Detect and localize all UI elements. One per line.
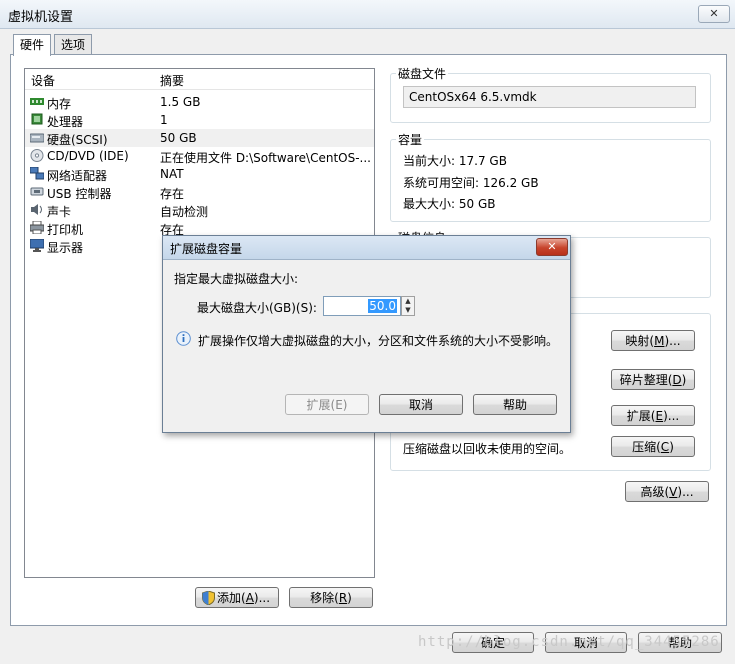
device-name: 内存 xyxy=(47,97,72,111)
harddisk-icon xyxy=(30,133,44,143)
dialog-close-button[interactable]: ✕ xyxy=(536,238,568,256)
device-row-network[interactable]: 网络适配器 NAT xyxy=(25,165,374,183)
window-title: 虚拟机设置 xyxy=(8,10,74,25)
device-row-memory[interactable]: 内存 1.5 GB xyxy=(25,93,374,111)
advanced-button-label: 高级( xyxy=(640,485,670,499)
defragment-button-suffix: ) xyxy=(681,373,687,387)
sound-icon xyxy=(31,204,42,215)
add-button-label: 添加( xyxy=(217,591,246,605)
compact-description: 压缩磁盘以回收未使用的空间。 xyxy=(403,442,572,456)
max-size-spinner[interactable]: ▲ ▼ xyxy=(401,296,415,316)
defragment-button-label: 碎片整理( xyxy=(619,373,673,387)
network-icon xyxy=(30,167,44,180)
dialog-expand-button[interactable]: 扩展(E) xyxy=(285,394,369,415)
disk-file-group-title: 磁盘文件 xyxy=(396,65,449,82)
usb-icon xyxy=(30,187,44,196)
processor-icon xyxy=(31,113,43,125)
device-summary: 1 xyxy=(160,113,168,127)
add-button-suffix: )... xyxy=(253,591,271,605)
map-button[interactable]: 映射(M)... xyxy=(611,330,695,351)
dialog-titlebar: 扩展磁盘容量 ✕ xyxy=(163,236,570,260)
compact-button-label: 压缩( xyxy=(632,440,661,454)
display-icon xyxy=(30,239,44,252)
advanced-button[interactable]: 高级(V)... xyxy=(625,481,709,502)
compact-button[interactable]: 压缩(C) xyxy=(611,436,695,457)
device-list-header: 设备 摘要 xyxy=(25,69,374,90)
device-summary: 正在使用文件 D:\Software\CentOS-... xyxy=(160,151,371,165)
dialog-cancel-button[interactable]: 取消 xyxy=(379,394,463,415)
device-row-cdrom[interactable]: CD/DVD (IDE) 正在使用文件 D:\Software\CentOS-.… xyxy=(25,147,374,165)
device-summary: NAT xyxy=(160,167,184,181)
map-button-accel: M xyxy=(654,334,665,348)
expand-button-suffix: )... xyxy=(663,409,680,423)
device-name: 打印机 xyxy=(47,223,84,237)
column-header-summary[interactable]: 摘要 xyxy=(160,72,184,89)
advanced-button-suffix: )... xyxy=(677,485,694,499)
tab-options[interactable]: 选项 xyxy=(54,34,93,55)
expand-button-label: 扩展( xyxy=(626,409,656,423)
window-close-button[interactable]: ✕ xyxy=(698,5,730,23)
max-size-text: 最大大小: 50 GB xyxy=(403,197,496,211)
device-name: 显示器 xyxy=(47,241,84,255)
expand-disk-dialog: 扩展磁盘容量 ✕ 指定最大虚拟磁盘大小: 最大磁盘大小(GB)(S): 50.0… xyxy=(162,235,571,433)
map-button-label: 映射( xyxy=(625,334,655,348)
remove-device-button[interactable]: 移除(R) xyxy=(289,587,373,608)
memory-icon xyxy=(30,98,44,105)
compact-button-suffix: ) xyxy=(669,440,674,454)
available-space-text: 系统可用空间: 126.2 GB xyxy=(403,176,539,190)
watermark-text: http://blog.csdn.net/qq_34455286 xyxy=(418,634,720,650)
device-name: USB 控制器 xyxy=(47,187,112,201)
spin-up-icon[interactable]: ▲ xyxy=(402,297,414,306)
printer-icon xyxy=(30,221,44,234)
max-size-value: 50.0 xyxy=(368,299,397,313)
device-name: CD/DVD (IDE) xyxy=(47,149,129,163)
max-size-label: 最大磁盘大小(GB)(S): xyxy=(197,301,317,315)
device-name: 声卡 xyxy=(47,205,72,219)
spin-down-icon[interactable]: ▼ xyxy=(402,306,414,315)
dialog-help-button[interactable]: 帮助 xyxy=(473,394,557,415)
disk-file-value: CentOSx64 6.5.vmdk xyxy=(409,90,537,104)
window-titlebar: 虚拟机设置 ✕ xyxy=(0,0,735,29)
add-device-button[interactable]: 添加(A)... xyxy=(195,587,279,608)
disk-file-field[interactable]: CentOSx64 6.5.vmdk xyxy=(403,86,696,108)
dialog-title: 扩展磁盘容量 xyxy=(170,242,243,256)
device-summary: 存在 xyxy=(160,187,185,201)
defragment-button-accel: D xyxy=(672,373,682,387)
cdrom-icon xyxy=(30,149,44,162)
remove-button-suffix: ) xyxy=(347,591,352,605)
device-summary: 1.5 GB xyxy=(160,95,201,109)
remove-button-accel: R xyxy=(338,591,348,605)
defragment-button[interactable]: 碎片整理(D) xyxy=(611,369,695,390)
compact-button-accel: C xyxy=(660,440,670,454)
device-name: 硬盘(SCSI) xyxy=(47,133,108,147)
expand-button-accel: E xyxy=(655,409,664,423)
uac-shield-icon xyxy=(202,591,215,605)
dialog-instruction: 指定最大虚拟磁盘大小: xyxy=(174,272,299,286)
device-name: 处理器 xyxy=(47,115,84,129)
device-name: 网络适配器 xyxy=(47,169,108,183)
device-row-harddisk[interactable]: 硬盘(SCSI) 50 GB xyxy=(25,129,374,147)
map-button-suffix: )... xyxy=(664,334,681,348)
add-button-accel: A xyxy=(245,591,254,605)
current-size-text: 当前大小: 17.7 GB xyxy=(403,154,507,168)
max-size-input[interactable]: 50.0 xyxy=(323,296,401,316)
column-header-device[interactable]: 设备 xyxy=(31,72,55,89)
tab-hardware[interactable]: 硬件 xyxy=(13,34,52,56)
dialog-info-text: 扩展操作仅增大虚拟磁盘的大小，分区和文件系统的大小不受影响。 xyxy=(198,334,559,348)
device-row-processor[interactable]: 处理器 1 xyxy=(25,111,374,129)
remove-button-label: 移除( xyxy=(310,591,339,605)
device-row-usb[interactable]: USB 控制器 存在 xyxy=(25,183,374,201)
expand-button[interactable]: 扩展(E)... xyxy=(611,405,695,426)
device-summary: 自动检测 xyxy=(160,205,209,219)
info-icon xyxy=(176,331,191,346)
device-row-sound[interactable]: 声卡 自动检测 xyxy=(25,201,374,219)
capacity-group-title: 容量 xyxy=(396,131,425,148)
device-summary: 50 GB xyxy=(160,131,197,145)
